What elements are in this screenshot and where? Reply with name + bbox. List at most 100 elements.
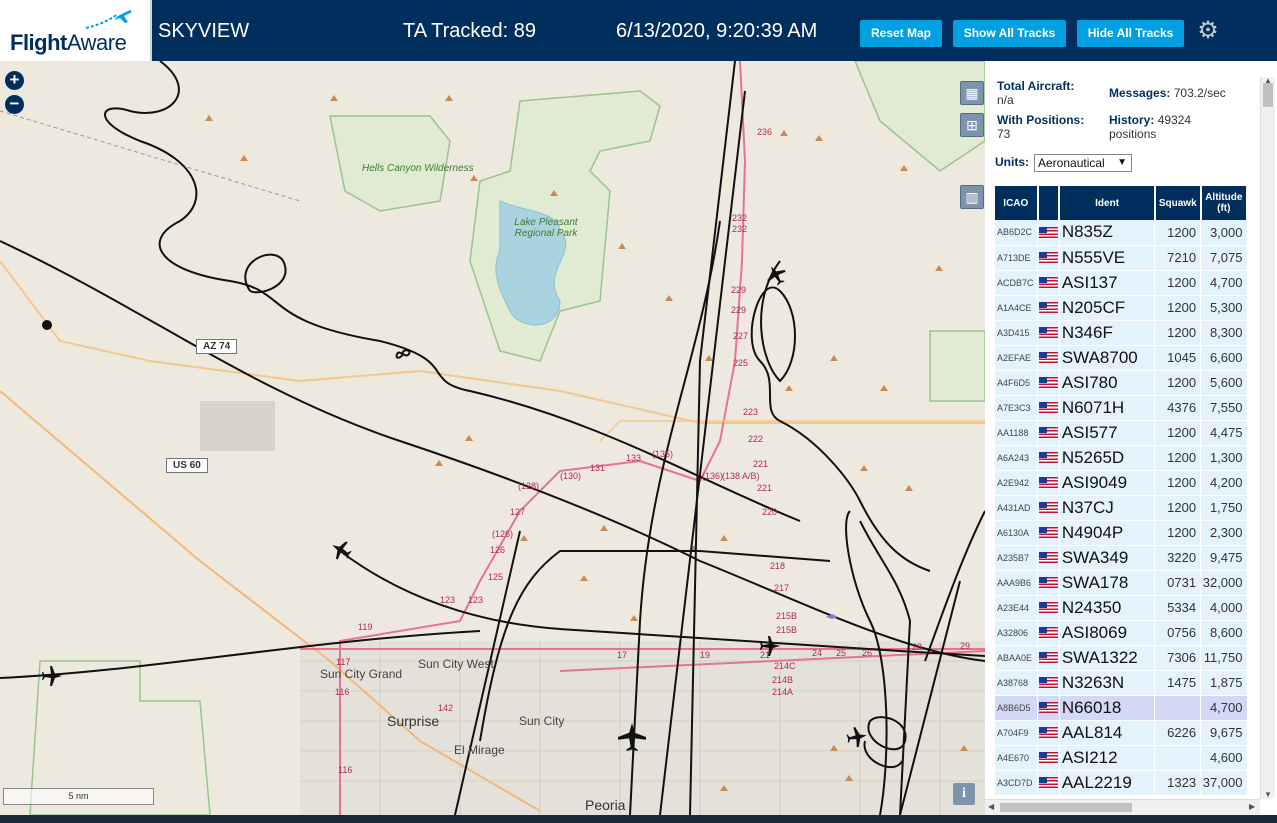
column-icao[interactable]: ICAO [995, 186, 1039, 220]
table-row[interactable]: A2EFAE SWA8700 1045 6,600 [995, 345, 1248, 371]
icao-cell: A4E670 [995, 745, 1039, 771]
map-view[interactable]: Hells Canyon Wilderness Lake Pleasant Re… [0, 61, 985, 815]
table-row[interactable]: A7E3C3 N6071H 4376 7,550 [995, 395, 1248, 421]
airplane-logo-icon [85, 10, 132, 29]
squawk-cell: 1200 [1154, 470, 1202, 496]
stat-messages-label: Messages: [1109, 86, 1171, 100]
stat-positions-value: 73 [997, 127, 1011, 141]
columns-icon[interactable]: ▥ [960, 185, 984, 209]
table-row[interactable]: A3CD7D AAL2219 1323 37,000 [995, 770, 1248, 796]
ident-cell: N835Z [1059, 220, 1156, 246]
units-select[interactable]: Aeronautical ▼ [1034, 154, 1132, 172]
altitude-cell: 1,300 [1200, 445, 1248, 471]
grid-icon[interactable]: ⊞ [960, 113, 984, 137]
road-number: 21 [760, 650, 771, 660]
us-flag-icon [1039, 676, 1059, 688]
icao-cell: A6A243 [995, 445, 1039, 471]
road-number: 232 [732, 224, 748, 234]
icao-cell: A32806 [995, 620, 1039, 646]
scroll-right-icon[interactable]: ▶ [1249, 802, 1255, 811]
table-row[interactable]: A235B7 SWA349 3220 9,475 [995, 545, 1248, 571]
column-ident[interactable]: Ident [1059, 186, 1156, 220]
map-layers-icon[interactable]: ▦ [960, 81, 984, 105]
road-number: (130) [560, 471, 582, 481]
table-row[interactable]: A8B6D5 N66018 4,700 [995, 695, 1248, 721]
table-row[interactable]: A1A4CE N205CF 1200 5,300 [995, 295, 1248, 321]
zoom-out-button[interactable]: − [5, 95, 24, 114]
units-label: Units: [995, 155, 1029, 169]
us-flag-icon [1039, 726, 1059, 738]
column-flag[interactable] [1037, 186, 1061, 220]
road-number: 28 [912, 642, 923, 652]
table-row[interactable]: ABAA0E SWA1322 7306 11,750 [995, 645, 1248, 671]
squawk-cell: 1200 [1154, 295, 1202, 321]
table-row[interactable]: A6130A N4904P 1200 2,300 [995, 520, 1248, 546]
table-row[interactable]: A6A243 N5265D 1200 1,300 [995, 445, 1248, 471]
icao-cell: A3CD7D [995, 770, 1039, 796]
zoom-in-button[interactable]: + [5, 71, 24, 90]
road-number: 117 [336, 657, 351, 667]
squawk-cell: 7210 [1154, 245, 1202, 271]
table-row[interactable]: A4F6D5 ASI780 1200 5,600 [995, 370, 1248, 396]
info-icon[interactable]: i [953, 783, 975, 805]
road-number: 26 [862, 648, 873, 658]
ident-cell: AAL814 [1059, 720, 1156, 746]
table-row[interactable]: AA1188 ASI577 1200 4,475 [995, 420, 1248, 446]
table-row[interactable]: A431AD N37CJ 1200 1,750 [995, 495, 1248, 521]
table-row[interactable]: A3D415 N346F 1200 8,300 [995, 320, 1248, 346]
icao-cell: A3D415 [995, 320, 1039, 346]
column-altitude[interactable]: Altitude (ft) [1200, 186, 1249, 220]
ident-cell: SWA349 [1059, 545, 1156, 571]
road-number: 126 [490, 545, 506, 555]
table-row[interactable]: A32806 ASI8069 0756 8,600 [995, 620, 1248, 646]
squawk-cell: 0756 [1154, 620, 1202, 646]
ident-cell: ASI577 [1059, 420, 1156, 446]
altitude-cell: 4,200 [1200, 470, 1248, 496]
altitude-cell: 8,300 [1200, 320, 1248, 346]
hide-all-tracks-button[interactable]: Hide All Tracks [1077, 20, 1184, 47]
us-flag-icon [1039, 576, 1059, 588]
scroll-thumb[interactable] [1263, 83, 1273, 107]
altitude-cell: 37,000 [1200, 770, 1248, 796]
table-row[interactable]: A4E670 ASI212 4,600 [995, 745, 1248, 771]
ident-cell: N205CF [1059, 295, 1156, 321]
vertical-scrollbar[interactable]: ▲ ▼ [1260, 76, 1275, 799]
us-flag-icon [1039, 401, 1059, 413]
flightaware-logo[interactable]: FlightAware [0, 0, 152, 61]
icao-cell: A431AD [995, 495, 1039, 521]
reset-map-button[interactable]: Reset Map [860, 20, 942, 47]
map-canvas [0, 61, 985, 815]
us-flag-icon [1039, 551, 1059, 563]
flag-cell [1037, 595, 1060, 621]
flag-cell [1037, 520, 1060, 546]
table-row[interactable]: AAA9B6 SWA178 0731 32,000 [995, 570, 1248, 596]
road-number: 214A [772, 687, 794, 697]
scroll-down-icon[interactable]: ▼ [1264, 790, 1272, 799]
column-squawk[interactable]: Squawk [1154, 186, 1202, 220]
gear-icon[interactable]: ⚙ [1195, 18, 1221, 44]
map-label-sun-city-grand: Sun City Grand [320, 667, 403, 681]
altitude-cell: 4,700 [1200, 270, 1248, 296]
table-row[interactable]: A704F9 AAL814 6226 9,675 [995, 720, 1248, 746]
show-all-tracks-button[interactable]: Show All Tracks [953, 20, 1066, 47]
road-number: 119 [358, 622, 373, 632]
scroll-thumb[interactable] [1000, 803, 1132, 812]
table-row[interactable]: A23E44 N24350 5334 4,000 [995, 595, 1248, 621]
us-flag-icon [1039, 701, 1059, 713]
table-header: ICAO Ident Squawk Altitude (ft) [995, 186, 1249, 220]
icao-cell: AA1188 [995, 420, 1039, 446]
table-row[interactable]: A713DE N555VE 7210 7,075 [995, 245, 1248, 271]
table-row[interactable]: A38768 N3263N 1475 1,875 [995, 670, 1248, 696]
table-row[interactable]: A2E942 ASI9049 1200 4,200 [995, 470, 1248, 496]
icao-cell: ACDB7C [995, 270, 1039, 296]
flag-cell [1037, 245, 1060, 271]
table-row[interactable]: ACDB7C ASI137 1200 4,700 [995, 270, 1248, 296]
scale-bar: 5 nm [3, 788, 154, 805]
road-number: 214B [772, 675, 794, 685]
scroll-left-icon[interactable]: ◀ [988, 802, 994, 811]
table-row[interactable]: AB6D2C N835Z 1200 3,000 [995, 220, 1248, 246]
road-number: 223 [743, 407, 759, 417]
horizontal-scrollbar[interactable]: ◀ ▶ [985, 799, 1260, 815]
flag-cell [1037, 745, 1060, 771]
ident-cell: ASI9049 [1059, 470, 1156, 496]
